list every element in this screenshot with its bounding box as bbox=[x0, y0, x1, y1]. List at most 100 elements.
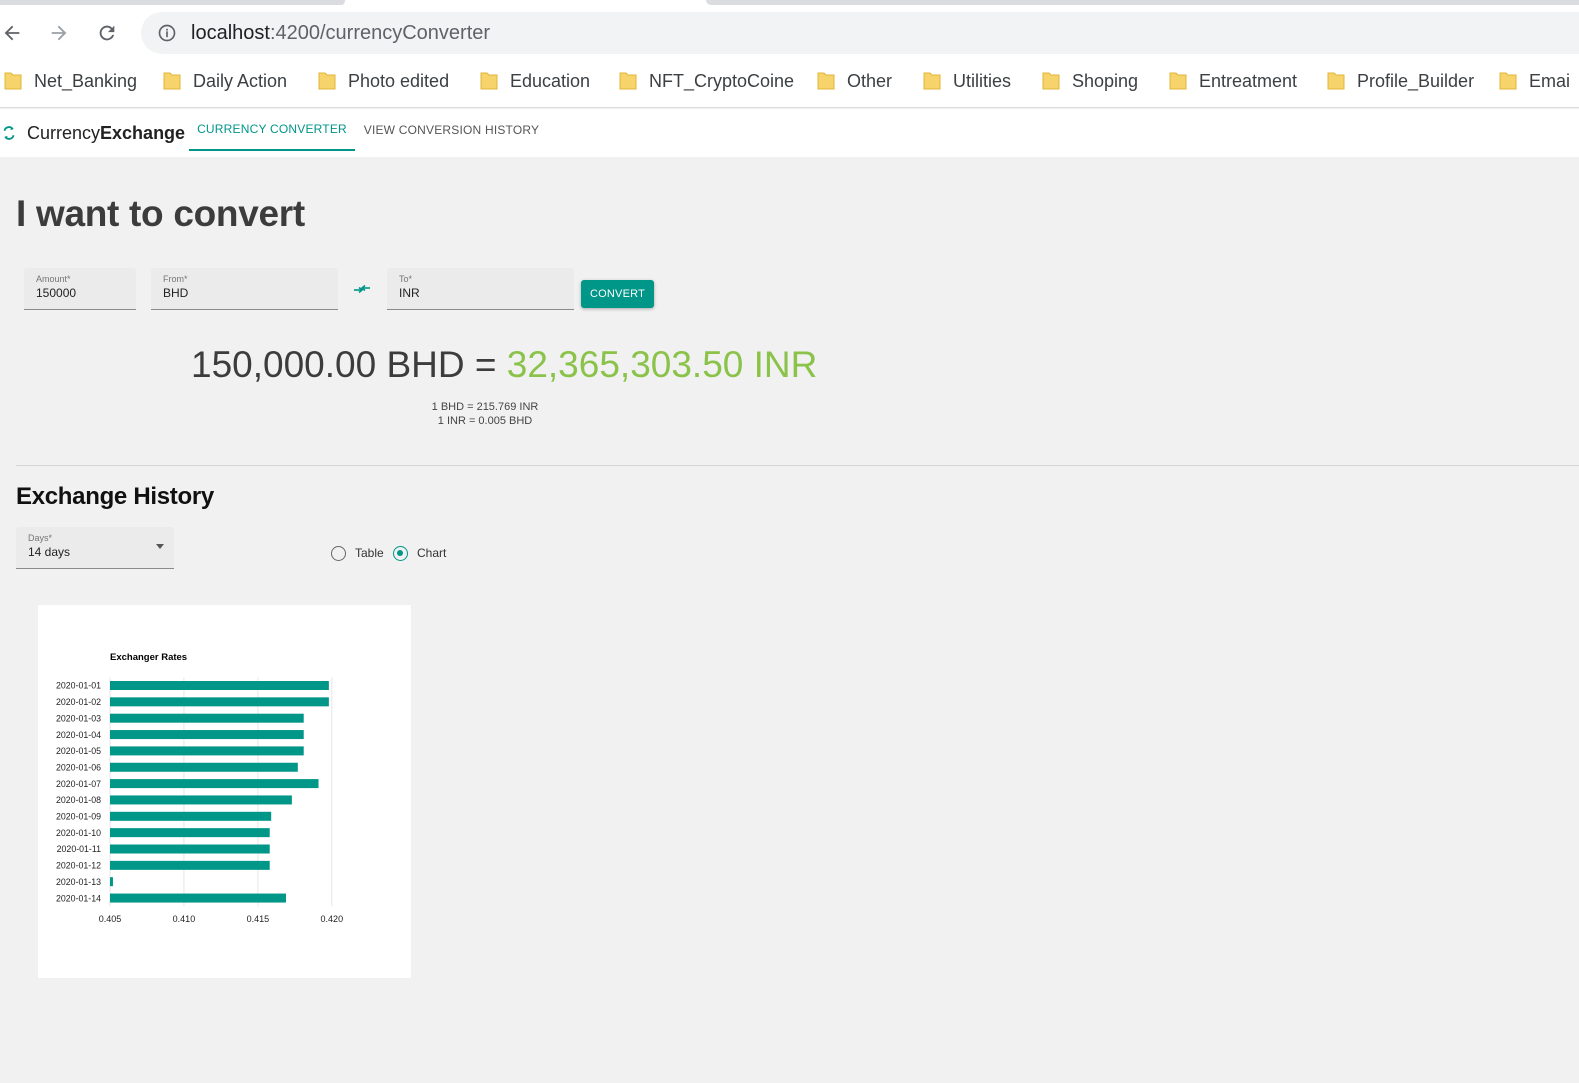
to-label: To* bbox=[399, 274, 413, 284]
chart-y-tick-label: 2020-01-06 bbox=[56, 762, 101, 772]
back-button[interactable] bbox=[0, 18, 27, 48]
days-select[interactable]: Days* 14 days bbox=[16, 527, 174, 569]
brand-name-bold: Exchange bbox=[100, 122, 186, 143]
chart-y-tick-label: 2020-01-10 bbox=[56, 828, 101, 838]
chart-y-tick-label: 2020-01-05 bbox=[56, 746, 101, 756]
chart-canvas: Exchanger Rates 2020-01-01 2020-01-02 2020… bbox=[56, 652, 343, 924]
folder-icon bbox=[923, 72, 941, 90]
bookmark-folder[interactable]: Other bbox=[817, 68, 892, 94]
brand-logo[interactable]: Currency Exchange bbox=[0, 122, 185, 144]
chart-y-tick-label: 2020-01-02 bbox=[56, 697, 101, 707]
bookmark-folder[interactable]: Profile_Builder bbox=[1327, 68, 1474, 94]
to-currency-field[interactable]: To* INR bbox=[387, 268, 574, 310]
result-from-amount: 150,000.00 BHD = bbox=[191, 344, 507, 385]
bookmark-folder[interactable]: Photo edited bbox=[318, 68, 449, 94]
exchange-rate-chart: Exchanger Rates 2020-01-01 2020-01-02 2020… bbox=[38, 605, 411, 978]
radio-button-icon[interactable] bbox=[331, 545, 346, 561]
chart-x-tick-label: 0.415 bbox=[247, 914, 270, 924]
tab-currency-converter[interactable]: CURRENCY CONVERTER bbox=[189, 109, 355, 151]
chart-x-tick-label: 0.405 bbox=[99, 914, 122, 924]
tab-view-conversion-history[interactable]: VIEW CONVERSION HISTORY bbox=[360, 109, 543, 151]
bookmark-label: NFT_CryptoCoine bbox=[649, 70, 795, 91]
forward-button[interactable] bbox=[44, 18, 74, 48]
result-to-amount: 32,365,303.50 INR bbox=[506, 344, 818, 385]
bookmark-folder[interactable]: Net_Banking bbox=[4, 68, 137, 94]
bookmark-folder[interactable]: Education bbox=[480, 68, 590, 94]
chart-y-tick-label: 2020-01-11 bbox=[57, 844, 101, 854]
chart-bar[interactable] bbox=[110, 779, 319, 789]
chart-bar[interactable] bbox=[110, 877, 113, 887]
section-title: Exchange History bbox=[16, 483, 214, 510]
chart-y-tick-label: 2020-01-13 bbox=[56, 877, 101, 887]
chart-bar[interactable] bbox=[110, 811, 272, 821]
amount-field[interactable]: Amount* 150000 bbox=[24, 268, 136, 310]
bookmark-label: Utilities bbox=[953, 70, 1012, 91]
bookmark-label: Shoping bbox=[1072, 70, 1139, 91]
chart-bar[interactable] bbox=[110, 795, 292, 805]
chart-bar[interactable] bbox=[110, 746, 304, 756]
chart-bar[interactable] bbox=[110, 828, 270, 838]
view-option-table[interactable]: Table bbox=[331, 545, 384, 561]
view-option-chart[interactable]: Chart bbox=[393, 545, 446, 561]
bookmark-folder[interactable]: NFT_CryptoCoine bbox=[619, 68, 794, 94]
folder-icon bbox=[318, 72, 336, 90]
url-text[interactable]: localhost:4200/currencyConverter bbox=[191, 22, 490, 45]
brand-name-light: Currency bbox=[27, 122, 101, 143]
radio-button-selected-icon[interactable] bbox=[393, 545, 408, 561]
from-input[interactable]: BHD bbox=[163, 286, 188, 300]
days-label: Days* bbox=[28, 533, 53, 543]
bookmark-folder[interactable]: Emai bbox=[1499, 68, 1570, 94]
folder-icon bbox=[1499, 72, 1517, 90]
chart-bar[interactable] bbox=[110, 893, 286, 903]
swap-currencies-icon[interactable] bbox=[352, 279, 372, 299]
chart-bar[interactable] bbox=[110, 697, 329, 707]
chart-bar[interactable] bbox=[110, 844, 270, 854]
address-bar[interactable]: localhost:4200/currencyConverter bbox=[141, 12, 1579, 54]
folder-icon bbox=[480, 72, 498, 90]
url-host: localhost bbox=[191, 21, 270, 44]
amount-label: Amount* bbox=[36, 274, 71, 284]
dropdown-caret-icon bbox=[156, 544, 164, 549]
chart-bar[interactable] bbox=[110, 730, 304, 740]
bookmark-folder[interactable]: Daily Action bbox=[163, 68, 287, 94]
browser-toolbar: localhost:4200/currencyConverter bbox=[0, 12, 1579, 58]
folder-icon bbox=[619, 72, 637, 90]
chart-bar[interactable] bbox=[110, 860, 270, 870]
rate-reverse: 1 INR = 0.005 BHD bbox=[437, 415, 533, 427]
bookmark-label: Photo edited bbox=[348, 70, 450, 91]
amount-input[interactable]: 150000 bbox=[36, 286, 76, 300]
radio-label: Table bbox=[355, 546, 384, 560]
from-label: From* bbox=[163, 274, 188, 284]
chart-y-tick-label: 2020-01-12 bbox=[56, 861, 101, 871]
page-title: I want to convert bbox=[16, 193, 305, 234]
bookmark-label: Other bbox=[847, 70, 893, 91]
reload-button[interactable] bbox=[92, 18, 122, 48]
chart-bar[interactable] bbox=[110, 762, 298, 772]
bookmark-folder[interactable]: Shoping bbox=[1042, 68, 1138, 94]
info-icon[interactable] bbox=[157, 23, 177, 43]
bookmark-label: Profile_Builder bbox=[1357, 70, 1475, 91]
bookmark-label: Education bbox=[510, 70, 591, 91]
tab-label: CURRENCY CONVERTER bbox=[197, 122, 347, 136]
browser-tabstrip bbox=[0, 0, 1579, 12]
chart-bar[interactable] bbox=[110, 681, 329, 690]
conversion-result: 150,000.00 BHD = 32,365,303.50 INR bbox=[191, 344, 817, 386]
browser-tab[interactable] bbox=[0, 0, 345, 5]
chart-y-tick-label: 2020-01-09 bbox=[56, 812, 101, 822]
app-header: Currency Exchange CURRENCY CONVERTER VIEW… bbox=[0, 109, 1579, 157]
bookmark-folder[interactable]: Utilities bbox=[923, 68, 1011, 94]
browser-tab[interactable] bbox=[706, 0, 1579, 5]
bookmark-label: Net_Banking bbox=[34, 70, 138, 91]
back-arrow-icon bbox=[4, 25, 20, 41]
chart-x-tick-label: 0.410 bbox=[173, 914, 196, 924]
folder-icon bbox=[1169, 72, 1187, 90]
to-input[interactable]: INR bbox=[399, 286, 420, 300]
folder-icon bbox=[817, 72, 835, 90]
convert-button[interactable]: CONVERT bbox=[581, 280, 654, 308]
reload-icon bbox=[99, 25, 115, 41]
bookmark-label: Daily Action bbox=[193, 70, 288, 91]
bookmark-folder[interactable]: Entreatment bbox=[1169, 68, 1297, 94]
from-currency-field[interactable]: From* BHD bbox=[151, 268, 338, 310]
chart-y-tick-label: 2020-01-01 bbox=[56, 681, 101, 691]
chart-bar[interactable] bbox=[110, 713, 304, 723]
